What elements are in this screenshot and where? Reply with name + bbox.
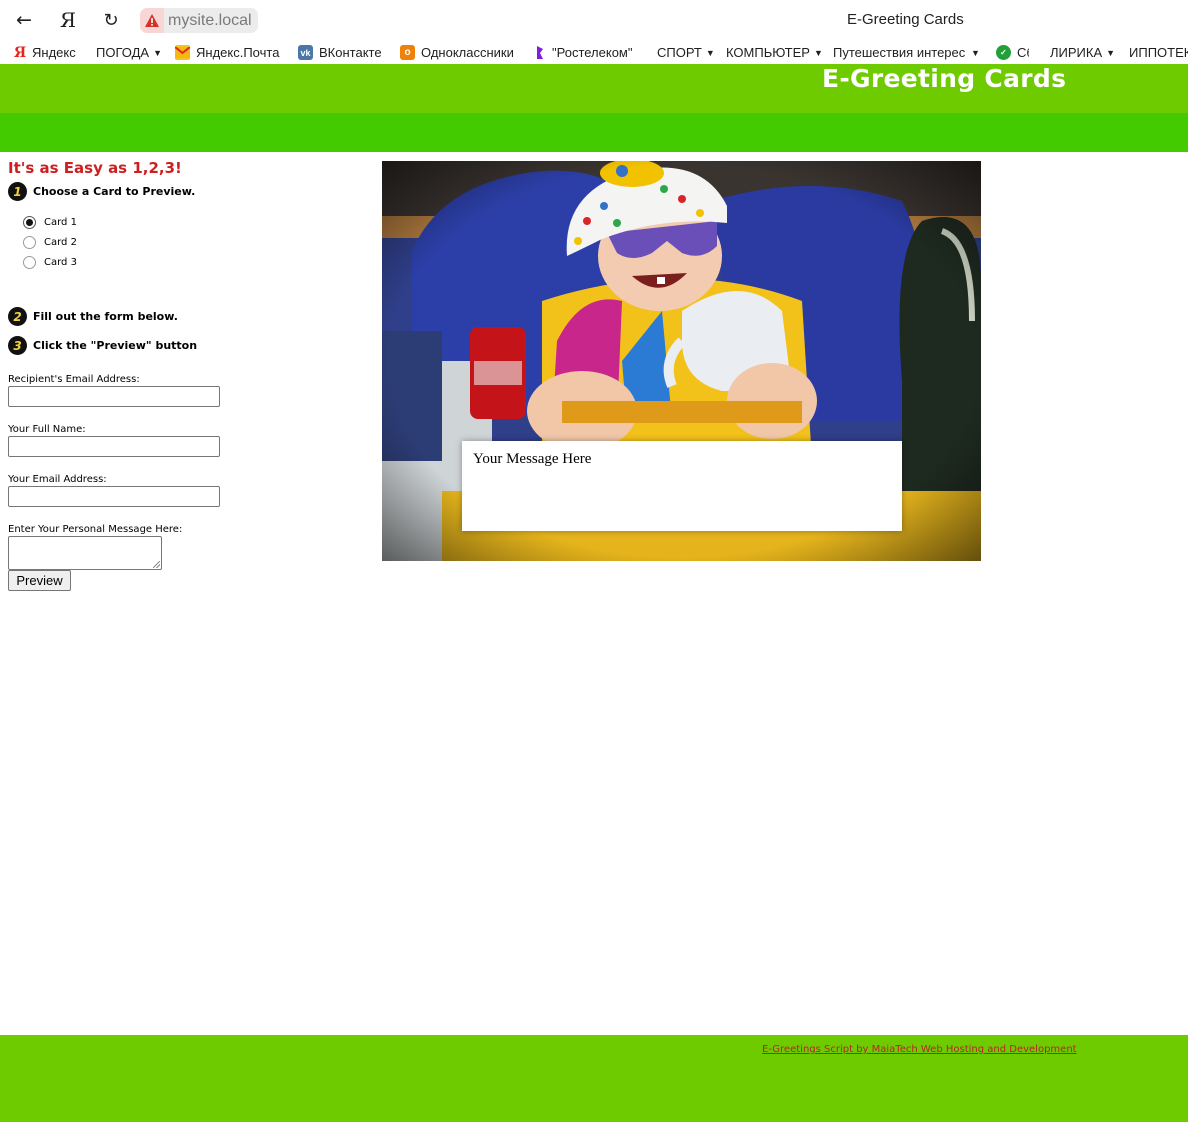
card-1-radio[interactable] (23, 216, 36, 229)
card-3-label[interactable]: Card 3 (44, 257, 77, 268)
tab-title: E-Greeting Cards (847, 11, 964, 28)
chevron-down-icon: ▼ (1106, 47, 1116, 58)
sber-icon: ✓ (996, 45, 1011, 60)
browser-toolbar: ← Я ↻ mysite.local E-Greeting Cards (0, 0, 1188, 40)
bookmark-ipoteka[interactable]: ИППОТЕК (1129, 44, 1188, 61)
personal-message-label: Enter Your Personal Message Here: (8, 524, 183, 535)
bookmark-sber[interactable]: ✓ Сб (996, 44, 1029, 61)
bookmark-label: Одноклассники (421, 45, 514, 60)
rostelecom-icon (534, 45, 546, 60)
bookmark-rostelecom[interactable]: "Ростелеком" (534, 44, 632, 61)
card-2-radio[interactable] (23, 236, 36, 249)
sender-email-label: Your Email Address: (8, 474, 107, 485)
chevron-down-icon: ▼ (153, 47, 162, 58)
yandex-home-icon[interactable]: Я (55, 8, 81, 32)
card-message: Your Message Here (462, 441, 902, 531)
step-2-icon: 2 (8, 307, 27, 326)
preview-button[interactable]: Preview (8, 570, 71, 591)
sender-email-input[interactable] (8, 486, 220, 507)
vk-icon: vk (298, 45, 313, 60)
bookmark-yandex-mail[interactable]: Яндекс.Почта (175, 44, 279, 61)
step-1-text: Choose a Card to Preview. (33, 185, 196, 198)
yandex-icon: Я (13, 44, 27, 61)
card-option-3[interactable]: Card 3 (23, 256, 77, 269)
resize-handle-icon[interactable] (153, 561, 160, 568)
bookmark-label: КОМПЬЮТЕР (726, 45, 810, 60)
step-1-icon: 1 (8, 182, 27, 201)
bookmark-computer[interactable]: КОМПЬЮТЕР ▼ (726, 44, 823, 61)
reload-icon[interactable]: ↻ (98, 8, 124, 32)
card-3-radio[interactable] (23, 256, 36, 269)
recipient-email-input[interactable] (8, 386, 220, 407)
step-2: 2 Fill out the form below. (8, 307, 178, 326)
footer: E-Greetings Script by MaiaTech Web Hosti… (0, 1035, 1188, 1122)
mail-icon (175, 45, 190, 60)
chevron-down-icon: ▼ (705, 47, 715, 58)
chevron-down-icon: ▼ (813, 47, 823, 58)
card-option-1[interactable]: Card 1 (23, 216, 77, 229)
sidebar-heading: It's as Easy as 1,2,3! (8, 159, 182, 177)
full-name-input[interactable] (8, 436, 220, 457)
bookmark-label: ПОГОДА (96, 45, 150, 60)
url-text[interactable]: mysite.local (164, 8, 258, 33)
step-3-icon: 3 (8, 336, 27, 355)
card-preview: Your Message Here (382, 161, 981, 561)
card-option-2[interactable]: Card 2 (23, 236, 77, 249)
footer-credit-link[interactable]: E-Greetings Script by MaiaTech Web Hosti… (762, 1044, 1077, 1055)
ok-icon: o (400, 45, 415, 60)
bookmark-label: ИППОТЕК (1129, 45, 1188, 60)
full-name-label: Your Full Name: (8, 424, 86, 435)
step-3: 3 Click the "Preview" button (8, 336, 197, 355)
bookmark-vk[interactable]: vk ВКонтакте (298, 44, 382, 61)
bookmark-label: СПОРТ (657, 45, 702, 60)
nav-banner (0, 113, 1188, 152)
warning-icon[interactable] (140, 8, 164, 33)
back-icon[interactable]: ← (11, 8, 37, 32)
bookmark-yandex[interactable]: Я Яндекс (14, 44, 76, 61)
bookmark-lirika[interactable]: ЛИРИКА ▼ (1050, 44, 1115, 61)
bookmark-label: ЛИРИКА (1050, 45, 1103, 60)
bookmark-travel[interactable]: Путешествия интерес ▼ (833, 44, 980, 61)
bookmark-sport[interactable]: СПОРТ ▼ (657, 44, 715, 61)
bookmark-odnoklassniki[interactable]: o Одноклассники (400, 44, 514, 61)
address-bar[interactable]: mysite.local (140, 8, 258, 33)
step-3-text: Click the "Preview" button (33, 339, 198, 352)
bookmark-label: Яндекс (32, 45, 76, 60)
bookmarks-bar: Я Яндекс ПОГОДА ▼ Яндекс.Почта vk ВКонтак… (0, 40, 1188, 64)
step-2-text: Fill out the form below. (33, 310, 178, 323)
step-1: 1 Choose a Card to Preview. (8, 182, 195, 201)
bookmark-pogoda[interactable]: ПОГОДА ▼ (96, 44, 162, 61)
bookmark-label: Яндекс.Почта (196, 45, 280, 60)
card-2-label[interactable]: Card 2 (44, 237, 77, 248)
recipient-email-label: Recipient's Email Address: (8, 374, 140, 385)
chevron-down-icon: ▼ (971, 47, 980, 58)
bookmark-label: ВКонтакте (319, 45, 382, 60)
site-title: E-Greeting Cards (822, 64, 1067, 93)
bookmark-label: Путешествия интерес (833, 45, 966, 60)
personal-message-textarea[interactable] (8, 536, 162, 570)
card-1-label[interactable]: Card 1 (44, 217, 77, 228)
bookmark-label: Сб (1017, 45, 1029, 60)
bookmark-label: "Ростелеком" (552, 45, 633, 60)
